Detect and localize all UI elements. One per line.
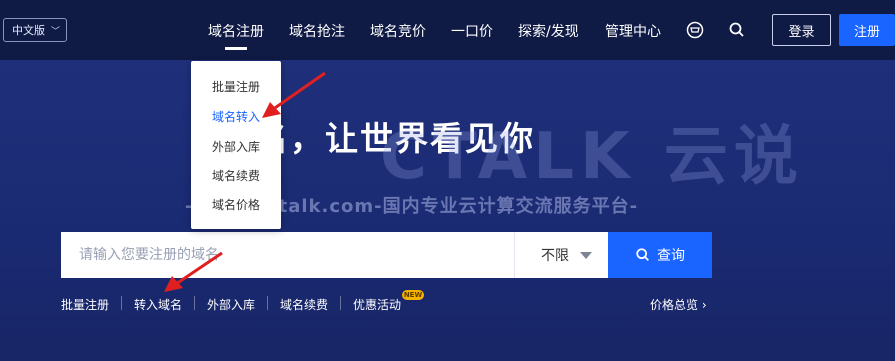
dropdown-item-external-import[interactable]: 外部入库 <box>191 138 281 155</box>
language-selector[interactable]: 中文版 ﹀ <box>3 18 67 42</box>
register-dropdown-menu: 批量注册 域名转入 外部入库 域名续费 域名价格 <box>191 61 281 229</box>
nav-domain-snap[interactable]: 域名抢注 <box>289 21 345 41</box>
divider <box>121 296 122 310</box>
domain-search-input[interactable] <box>61 232 514 278</box>
dropdown-item-bulk-register[interactable]: 批量注册 <box>191 78 281 95</box>
quick-link-transfer[interactable]: 转入域名 <box>134 296 182 313</box>
price-overview-label: 价格总览 <box>650 298 699 312</box>
divider <box>340 296 341 310</box>
domain-search-box: 不限 查询 <box>61 232 712 278</box>
nav-domain-auction[interactable]: 域名竞价 <box>370 21 426 41</box>
caret-down-icon <box>580 252 592 259</box>
nav-management[interactable]: 管理中心 <box>605 21 661 41</box>
nav-domain-register[interactable]: 域名注册 <box>208 21 264 41</box>
register-button[interactable]: 注册 <box>839 14 895 46</box>
chevron-down-icon: ﹀ <box>51 26 61 37</box>
new-badge: NEW <box>402 290 424 300</box>
language-label: 中文版 <box>12 24 45 37</box>
divider <box>194 296 195 310</box>
search-icon <box>636 248 649 261</box>
cart-icon[interactable] <box>686 21 704 39</box>
price-overview-link[interactable]: 价格总览 › <box>650 296 707 313</box>
search-icon[interactable] <box>728 21 746 39</box>
nav-explore[interactable]: 探索/发现 <box>518 21 579 41</box>
quick-link-bulk-register[interactable]: 批量注册 <box>61 296 109 313</box>
quick-link-renew[interactable]: 域名续费 <box>280 296 328 313</box>
dropdown-item-transfer[interactable]: 域名转入 <box>191 108 281 125</box>
top-navigation-bar: 中文版 ﹀ 域名注册 域名抢注 域名竞价 一口价 探索/发现 管理中心 登录 注… <box>0 0 895 60</box>
suffix-select[interactable]: 不限 <box>514 232 608 278</box>
quick-link-external-import[interactable]: 外部入库 <box>207 296 255 313</box>
dropdown-item-price[interactable]: 域名价格 <box>191 196 281 213</box>
search-button[interactable]: 查询 <box>608 232 712 278</box>
hero-banner: 名，让世界看见你 CTALK 云说 -www.dctalk.com-国内专业云计… <box>0 60 895 361</box>
quick-link-promotions[interactable]: 优惠活动 <box>353 296 401 313</box>
dropdown-item-renew[interactable]: 域名续费 <box>191 167 281 184</box>
search-button-label: 查询 <box>657 248 685 264</box>
login-button[interactable]: 登录 <box>772 14 831 46</box>
chevron-right-icon: › <box>701 298 707 312</box>
nav-fixed-price[interactable]: 一口价 <box>451 21 493 41</box>
active-nav-indicator <box>225 47 247 50</box>
suffix-select-value: 不限 <box>541 248 569 264</box>
divider <box>267 296 268 310</box>
watermark-logo: CTALK 云说 <box>380 120 804 194</box>
